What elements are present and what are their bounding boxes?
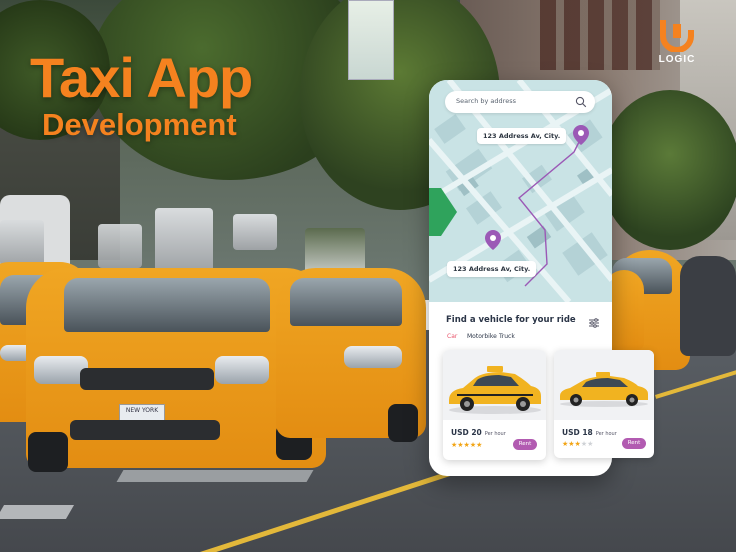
price-amount: USD 18 (562, 428, 593, 437)
taxi-center-bumper (70, 420, 220, 440)
dropoff-address-label: 123 Address Av, City. (447, 261, 537, 277)
tab-truck[interactable]: Truck (499, 333, 515, 340)
sheet-title: Find a vehicle for your ride (446, 315, 576, 325)
map-view[interactable]: Search by address 123 Address Av, City. … (429, 80, 612, 302)
price-unit: Per hour (484, 431, 506, 437)
tab-car[interactable]: Car (447, 333, 457, 340)
star-icon: ★★★★★ (451, 441, 483, 449)
wheel (28, 432, 68, 472)
crosswalk (0, 505, 75, 519)
logo-icon (659, 16, 695, 53)
brand-logo: LOGIC (656, 16, 698, 65)
headline-title: Taxi App (30, 46, 253, 109)
filter-icon[interactable] (588, 314, 600, 328)
tree (600, 90, 736, 250)
vehicle-price: USD 20 Per hour (451, 428, 506, 437)
headline: Taxi App Development (30, 46, 253, 142)
tab-motorbike[interactable]: Motorbike (467, 333, 497, 340)
car-far-right (680, 256, 736, 356)
star-icon: ★★ (580, 440, 594, 448)
banner (348, 0, 394, 80)
taxi-right-windshield (290, 278, 402, 326)
rent-button[interactable]: Rent (513, 439, 537, 450)
wheel (388, 404, 418, 442)
vehicle-image (554, 350, 654, 420)
headline-subtitle: Development (42, 107, 237, 142)
location-pin-icon[interactable] (485, 230, 501, 250)
taxi-center-headlight (215, 356, 269, 384)
taxi-right-headlight (344, 346, 402, 368)
location-pin-icon[interactable] (573, 125, 589, 145)
price-amount: USD 20 (451, 428, 482, 437)
taxi-roof-sign (233, 214, 277, 250)
vehicle-image (443, 350, 546, 420)
rating-stars: ★★★★★ (562, 440, 593, 448)
taxi-roof-sign (155, 208, 213, 272)
vehicle-card[interactable]: USD 18 Per hour ★★★★★ Rent (554, 350, 654, 458)
pickup-address-label: 123 Address Av, City. (477, 128, 567, 144)
vehicle-card[interactable]: USD 20 Per hour ★★★★★ Rent (443, 350, 546, 460)
vehicle-price: USD 18 Per hour (562, 428, 617, 437)
search-bar[interactable]: Search by address (445, 91, 595, 113)
price-unit: Per hour (595, 431, 617, 437)
search-input[interactable]: Search by address (456, 97, 516, 105)
rent-button[interactable]: Rent (622, 438, 646, 449)
taxi-roof-sign (0, 220, 44, 266)
rating-stars: ★★★★★ (451, 441, 482, 449)
taxi-roof-sign (98, 224, 142, 268)
search-icon[interactable] (575, 96, 587, 108)
star-icon: ★★★ (562, 440, 581, 448)
building-windows (540, 0, 660, 70)
logo-text: LOGIC (658, 54, 696, 65)
taxi-center-grille (80, 368, 214, 390)
crosswalk (116, 470, 314, 482)
taxi-center-windshield (64, 278, 270, 332)
